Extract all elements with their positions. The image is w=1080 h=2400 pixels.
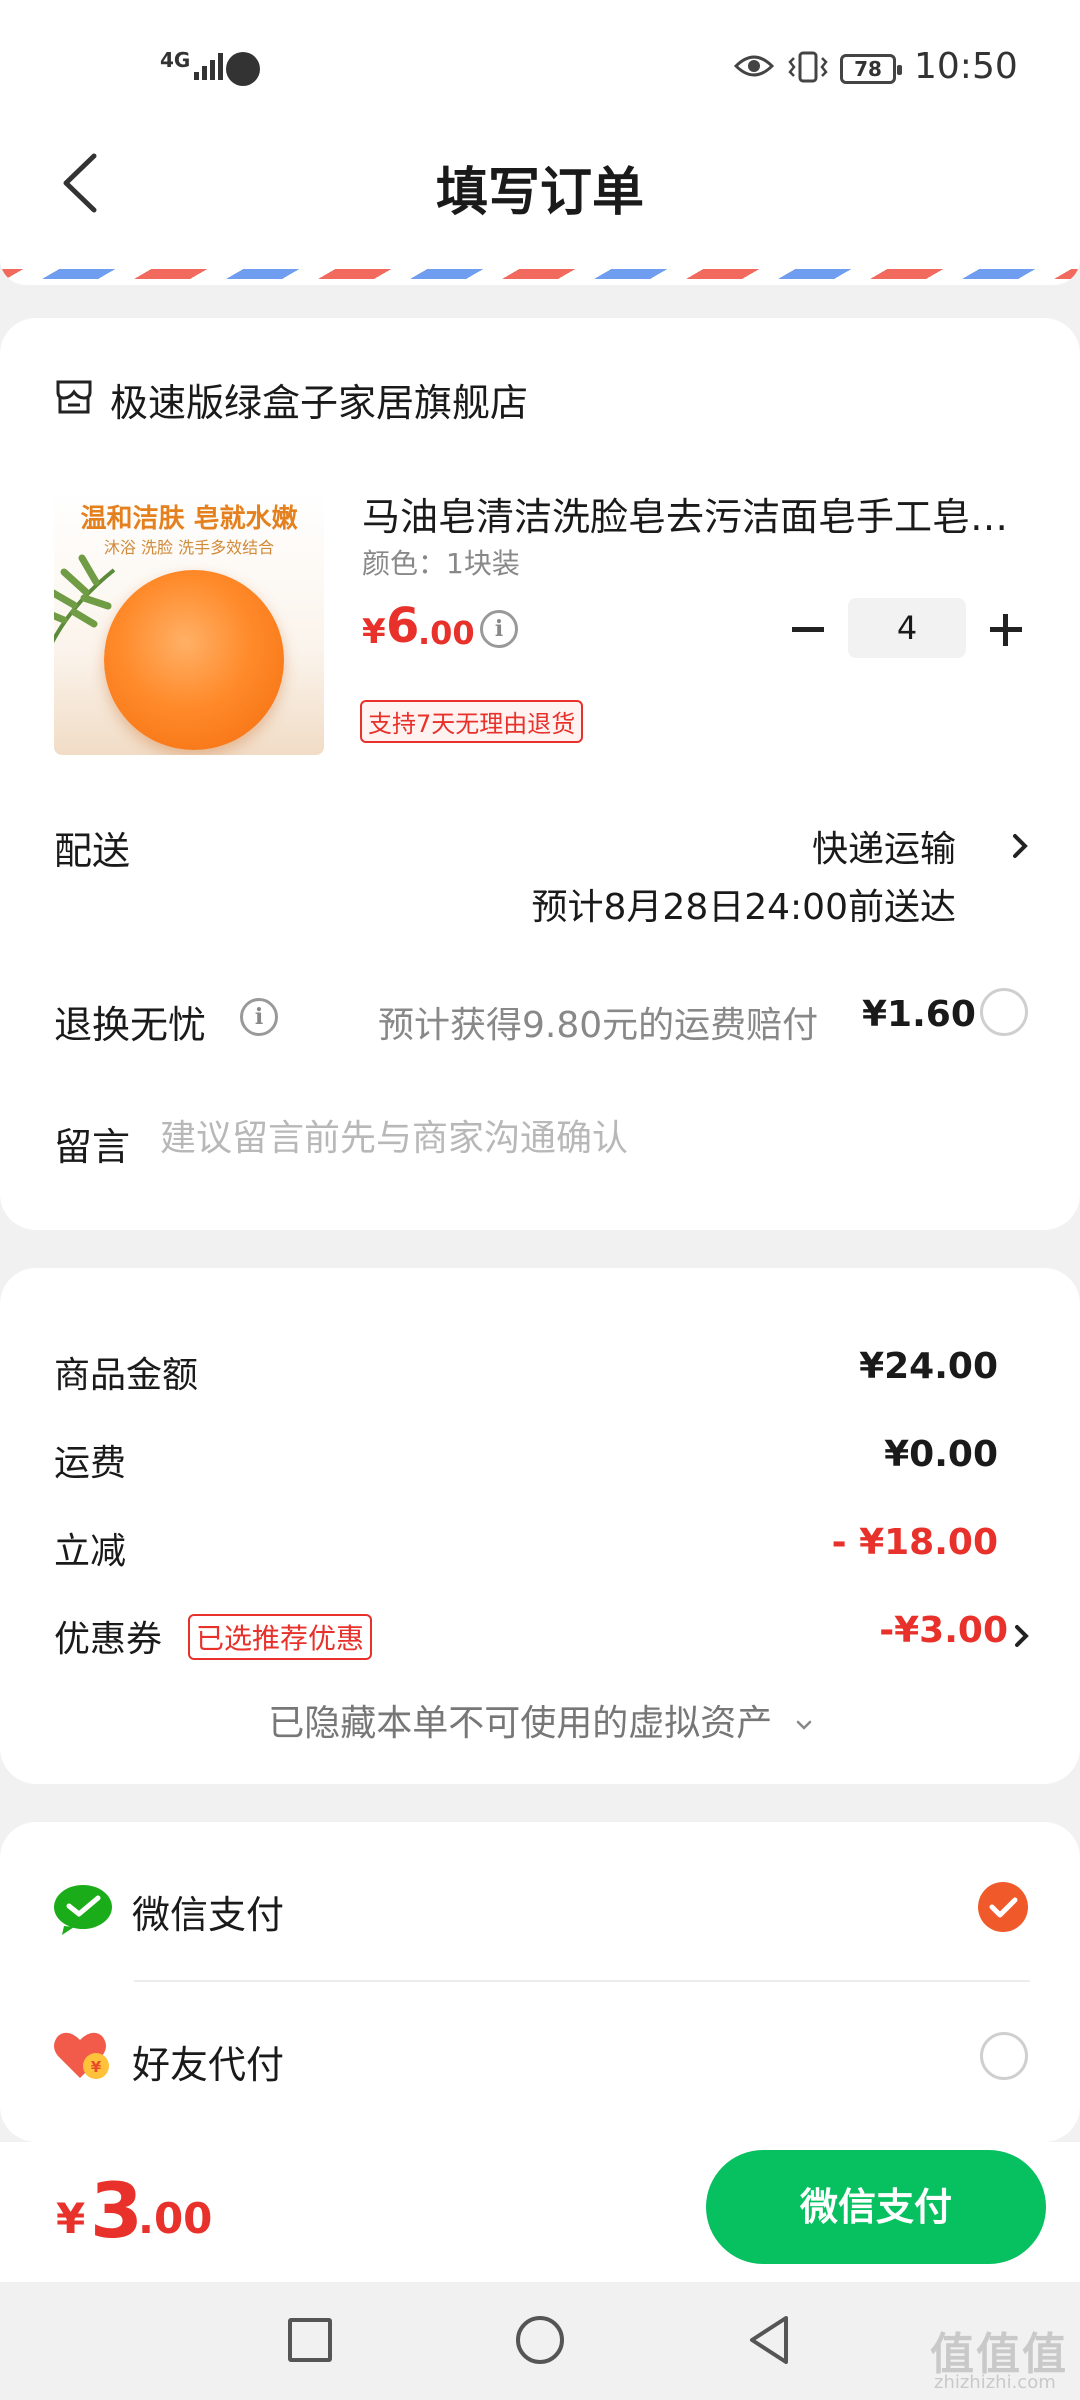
nav-back-icon[interactable] [744,2312,794,2368]
site-watermark-url: zhizhizhi.com [934,2372,1056,2393]
return-insurance-radio[interactable] [980,988,1028,1036]
return-policy-badge: 支持7天无理由退货 [360,700,584,743]
product-image[interactable]: 温和洁肤 皂就水嫩 沐浴 洗脸 洗手多效结合 [54,490,324,755]
message-input[interactable] [160,1110,1020,1166]
friend-pay-radio[interactable] [980,2032,1028,2080]
recent-apps-icon[interactable] [288,2318,332,2362]
shipping-fee-value: ¥0.00 [884,1434,998,1475]
shipping-fee-label: 运费 [54,1443,127,1484]
delivery-estimate: 预计8月28日24:00前送达 [531,887,956,928]
wechat-pay-label[interactable]: 微信支付 [132,1884,284,1939]
page-title: 填写订单 [435,163,644,223]
svg-text:¥: ¥ [91,2058,102,2076]
address-envelope-strip[interactable] [0,245,1080,285]
product-title[interactable]: 马油皂清洁洗脸皂去污洁面皂手工皂… [362,486,1022,541]
eye-comfort-icon [734,55,774,77]
battery-icon: 78 [840,54,902,84]
product-spec: 颜色：1块装 [362,547,520,580]
product-price-currency: ¥ [362,612,386,652]
coupon-value[interactable]: -¥3.00 [879,1610,1008,1651]
friend-pay-icon: ¥ [54,2032,109,2079]
total-amount-integer: 3 [90,2166,143,2255]
total-currency: ¥ [56,2194,86,2243]
quantity-decrease-button[interactable] [788,610,828,650]
return-insurance-text: 预计获得9.80元的运费赔付 [378,1005,819,1046]
goods-amount-label: 商品金额 [54,1355,199,1396]
instant-discount-value: - ¥18.00 [831,1522,998,1563]
chevron-right-icon[interactable] [1012,1620,1032,1652]
product-price-integer: 6 [386,598,420,654]
return-insurance-label: 退换无忧 [54,1003,207,1047]
store-name[interactable]: 极速版绿盒子家居旗舰店 [110,372,528,427]
vibrate-icon [788,51,828,83]
chevron-down-icon [796,1720,811,1730]
clock-time: 10:50 [914,46,1018,87]
payment-divider [134,1980,1030,1982]
message-label: 留言 [54,1125,131,1169]
quantity-field[interactable]: 4 [848,598,966,658]
envelope-stripe-decoration [0,269,1080,279]
coupon-label[interactable]: 优惠券 [54,1610,162,1662]
hidden-assets-text: 已隐藏本单不可使用的虚拟资产 [268,1703,773,1744]
instant-discount-label: 立减 [54,1531,127,1572]
payment-method-card [0,1822,1080,2142]
shipping-label: 配送 [54,829,131,873]
chevron-right-icon[interactable] [1010,828,1032,864]
network-type-label: 4G [160,48,191,72]
product-image-caption: 温和洁肤 皂就水嫩 [80,504,298,534]
wechat-pay-icon [54,1885,112,1935]
shipping-method[interactable]: 快递运输 [812,820,956,872]
return-info-icon[interactable]: i [240,998,278,1036]
store-icon [56,380,92,414]
return-insurance-price: ¥1.60 [862,994,976,1035]
goods-amount-value: ¥24.00 [859,1346,998,1387]
wechat-pay-button[interactable]: 微信支付 [706,2150,1046,2264]
price-info-icon[interactable]: i [480,610,518,648]
order-item-card [0,318,1080,1230]
hidden-assets-toggle[interactable]: 已隐藏本单不可使用的虚拟资产 [0,1694,1080,1746]
quantity-increase-button[interactable] [986,610,1026,650]
coupon-recommended-badge: 已选推荐优惠 [188,1614,373,1660]
product-price-decimal: .00 [418,614,475,652]
friend-pay-label[interactable]: 好友代付 [132,2034,284,2089]
home-icon[interactable] [516,2316,564,2364]
soap-bar-graphic [104,570,284,750]
total-amount-decimal: .00 [138,2194,213,2243]
selected-check-icon[interactable] [978,1882,1028,1932]
browser-globe-icon [226,52,260,86]
